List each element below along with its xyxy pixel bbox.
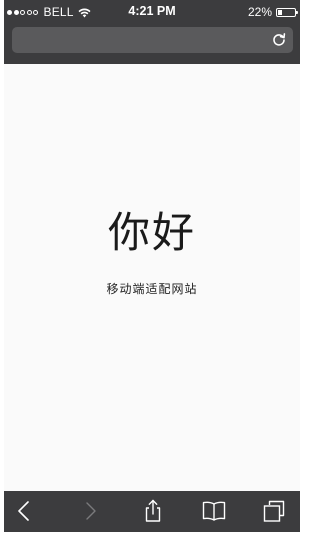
reload-icon[interactable] [271, 32, 287, 48]
bottom-toolbar [4, 491, 300, 532]
address-bar[interactable] [12, 27, 293, 53]
page-content: 你好 移动端适配网站 [4, 64, 300, 491]
battery-percentage: 22% [247, 5, 272, 19]
battery-icon [276, 7, 298, 17]
browser-window: BELL 4:21 PM 22% 你好 移动端适配网站 [4, 0, 300, 532]
battery-level-fill [278, 9, 282, 15]
tabs-icon[interactable] [262, 499, 286, 523]
forward-icon[interactable] [78, 499, 102, 523]
top-browser-chrome: BELL 4:21 PM 22% [4, 0, 300, 64]
status-right: 22% [247, 5, 298, 19]
page-subtitle: 移动端适配网站 [106, 282, 198, 296]
status-bar: BELL 4:21 PM 22% [4, 0, 300, 24]
page-heading: 你好 [107, 208, 196, 257]
back-icon[interactable] [13, 499, 37, 523]
bookmarks-icon[interactable] [202, 499, 226, 523]
share-icon[interactable] [141, 499, 165, 523]
